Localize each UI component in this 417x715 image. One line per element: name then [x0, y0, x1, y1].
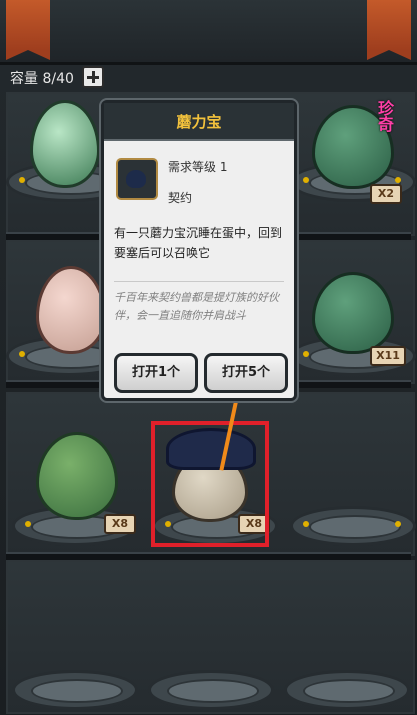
rune-dot — [395, 521, 401, 527]
highlight-frame — [151, 421, 269, 547]
add-capacity-button[interactable] — [82, 66, 104, 88]
left-banner — [6, 0, 50, 60]
egg-slot[interactable] — [148, 670, 274, 710]
contract-label: 契约 — [168, 191, 193, 205]
shelf-divider — [6, 552, 411, 560]
pedestal-center — [167, 679, 259, 703]
mushroom-egg-icon — [126, 170, 146, 188]
required-level: 需求等级 1 — [168, 160, 228, 174]
top-bar — [0, 0, 417, 65]
egg-slot[interactable] — [284, 670, 410, 710]
rune-dot — [303, 351, 309, 357]
egg-slot[interactable] — [290, 506, 416, 546]
rune-dot — [19, 177, 25, 183]
rare-label: 珍奇 — [375, 100, 394, 132]
pedestal-center — [309, 515, 401, 539]
popup-title: 蘑力宝 — [176, 113, 222, 131]
egg-lore: 千百年来契约兽都是提灯族的好伙伴，会一直追随你并肩战斗 — [114, 291, 279, 322]
count-tag: X2 — [370, 184, 402, 204]
rune-dot — [303, 177, 309, 183]
capacity-label: 容量 8/40 — [10, 71, 74, 87]
pedestal-center — [31, 679, 123, 703]
rune-dot — [19, 351, 25, 357]
open-five-button[interactable]: 打开5个 — [204, 353, 288, 393]
count-tag: X8 — [104, 514, 136, 534]
count-tag: X11 — [370, 346, 406, 366]
popup-divider — [114, 281, 284, 282]
open-one-button[interactable]: 打开1个 — [114, 353, 198, 393]
egg-portrait — [116, 158, 158, 200]
rune-dot — [303, 521, 309, 527]
egg-info-popup: 蘑力宝 需求等级 1 契约 有一只蘑力宝沉睡在蛋中，回到要塞后可以召唤它 千百年… — [101, 100, 297, 401]
egg-description: 有一只蘑力宝沉睡在蛋中，回到要塞后可以召唤它 — [114, 226, 283, 260]
egg-slot[interactable] — [12, 670, 138, 710]
popup-header: 蘑力宝 — [104, 103, 294, 141]
rune-dot — [395, 177, 401, 183]
right-banner — [367, 0, 411, 60]
rune-dot — [25, 521, 31, 527]
pedestal-center — [303, 679, 395, 703]
